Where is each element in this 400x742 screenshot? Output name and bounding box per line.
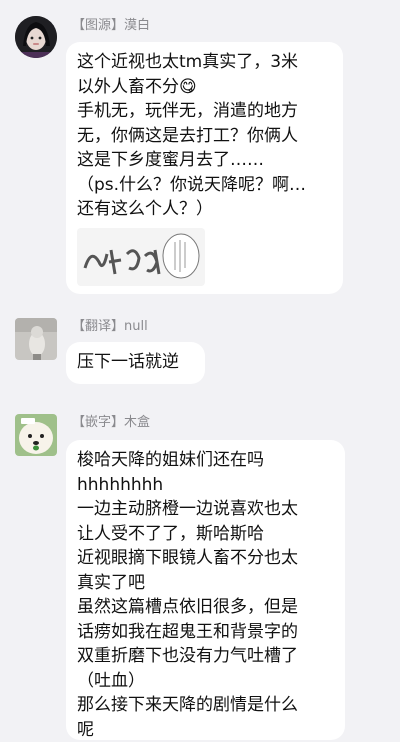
avatar-image xyxy=(15,414,57,456)
message-line: 这个近视也太tm真实了，3米 xyxy=(77,50,331,75)
message-line: 话痨如我在超鬼王和背景字的 xyxy=(77,620,333,645)
message-line: 呢 xyxy=(77,718,333,742)
message-line: 压下一话就逆 xyxy=(77,350,193,375)
message-line: 这是下乡度蜜月去了…… xyxy=(77,148,331,173)
message-line: （吐血） xyxy=(77,669,333,694)
avatar[interactable] xyxy=(15,16,57,58)
avatar-image xyxy=(15,16,57,58)
avatar[interactable] xyxy=(15,318,57,360)
message-line: 近视眼摘下眼镜人畜不分也太 xyxy=(77,546,333,571)
manga-sticker-icon[interactable] xyxy=(77,228,205,286)
message-line: 虽然这篇槽点依旧很多，但是 xyxy=(77,595,333,620)
sender-name: 【嵌字】木盒 xyxy=(72,415,150,431)
sender-name: 【翻译】null xyxy=(72,319,148,335)
message-line: 梭哈天降的姐妹们还在吗 xyxy=(77,448,333,473)
message-line: 无，你俩这是去打工？你俩人 xyxy=(77,124,331,149)
message-bubble[interactable]: 这个近视也太tm真实了，3米 以外人畜不分😋 手机无，玩伴无，消遣的地方 无，你… xyxy=(66,42,343,294)
message-line: 以外人畜不分😋 xyxy=(77,75,331,100)
avatar-image xyxy=(15,318,57,360)
avatar[interactable] xyxy=(15,414,57,456)
sender-name: 【图源】漠白 xyxy=(72,18,150,34)
message-line: 那么接下来天降的剧情是什么 xyxy=(77,693,333,718)
message-line: 让人受不了了，斯哈斯哈 xyxy=(77,522,333,547)
message-line: （ps.什么？你说天降呢？啊… xyxy=(77,173,331,198)
message-line: hhhhhhhh xyxy=(77,473,333,498)
message-line: 真实了吧 xyxy=(77,571,333,596)
message-line: 手机无，玩伴无，消遣的地方 xyxy=(77,99,331,124)
message-line: 双重折磨下也没有力气吐槽了 xyxy=(77,644,333,669)
message-line: 一边主动脐橙一边说喜欢也太 xyxy=(77,497,333,522)
message-bubble[interactable]: 梭哈天降的姐妹们还在吗 hhhhhhhh 一边主动脐橙一边说喜欢也太 让人受不了… xyxy=(66,440,345,740)
message-line: 还有这么个人？） xyxy=(77,197,331,222)
message-bubble[interactable]: 压下一话就逆 xyxy=(66,342,205,384)
